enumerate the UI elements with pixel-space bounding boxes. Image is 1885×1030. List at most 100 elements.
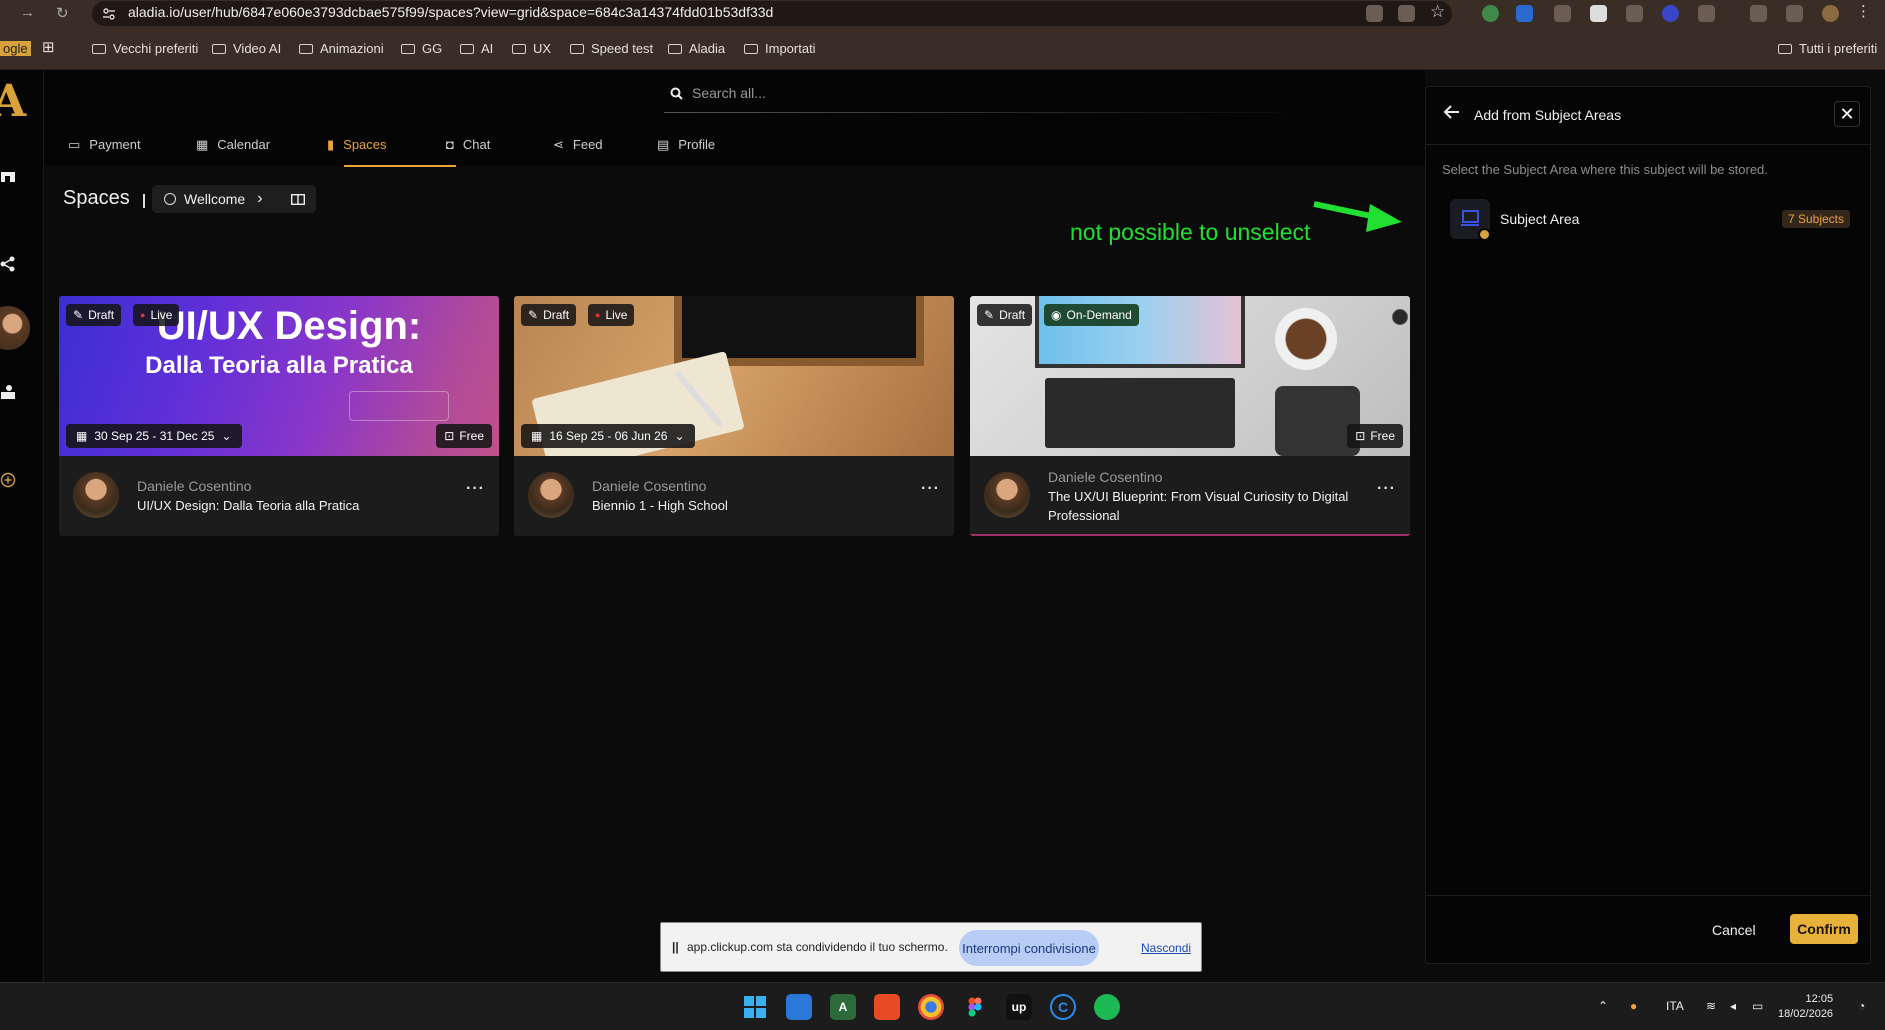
subject-area-option[interactable]: Subject Area 7 Subjects: [1450, 199, 1850, 241]
bookmark-folder[interactable]: Speed test: [570, 41, 653, 56]
close-icon: ✕: [1839, 103, 1855, 124]
folder-icon: [570, 44, 584, 54]
app-root: A ✕ ▭Payment ▦Calendar ▮Spaces ◘Chat ⋖Fe…: [0, 70, 1885, 982]
space-card[interactable]: UI/UX Design: Dalla Teoria alla Pratica …: [59, 296, 499, 536]
live-dot-icon: ●: [595, 310, 601, 320]
stop-sharing-button[interactable]: Interrompi condivisione: [959, 930, 1099, 966]
user-avatar[interactable]: [0, 306, 30, 350]
tab-profile[interactable]: ▤ Profile: [653, 137, 719, 166]
url-text[interactable]: aladia.io/user/hub/6847e060e3793dcbae575…: [128, 4, 773, 20]
cart-icon: ⊡: [444, 429, 455, 443]
search-input[interactable]: [692, 85, 1112, 101]
microphone-icon[interactable]: ●: [1630, 999, 1637, 1013]
date-dropdown[interactable]: ▦ 16 Sep 25 - 06 Jun 26 ⌄: [521, 424, 695, 448]
chat-icon: ◘: [446, 137, 454, 152]
eye-off-icon[interactable]: [1398, 5, 1415, 22]
space-card[interactable]: ✎ Draft ● Live ▦ 16 Sep 25 - 06 Jun 26 ⌄ Dan…: [514, 296, 954, 536]
pause-icon: ||: [672, 940, 679, 954]
logo[interactable]: A: [0, 76, 26, 127]
windows-start-icon[interactable]: [742, 994, 768, 1020]
coffee-cup-shape: [1275, 308, 1337, 370]
layout-icon: [291, 193, 305, 205]
site-settings-icon[interactable]: [102, 7, 116, 21]
search-underline: [664, 112, 1284, 113]
folder-icon: [92, 44, 106, 54]
more-options-icon[interactable]: ···: [466, 480, 485, 498]
volume-icon[interactable]: ◂: [1730, 999, 1736, 1013]
panel-title: Add from Subject Areas: [1474, 107, 1622, 123]
battery-icon[interactable]: ▭: [1752, 999, 1763, 1013]
apps-grid-icon[interactable]: ⊞: [42, 38, 55, 56]
back-arrow-icon[interactable]: [1442, 102, 1462, 122]
reading-list-icon[interactable]: [1786, 5, 1803, 22]
camera-icon[interactable]: [1554, 5, 1571, 22]
brave-icon[interactable]: [874, 994, 900, 1020]
folder-icon: [460, 44, 474, 54]
title-divider: [143, 194, 145, 208]
tab-payment[interactable]: ▭ Payment: [64, 137, 145, 166]
forward-icon[interactable]: →: [20, 4, 35, 21]
more-options-icon[interactable]: ···: [921, 480, 940, 498]
left-sidebar: A: [0, 70, 44, 982]
download-icon[interactable]: [1750, 5, 1767, 22]
upwork-icon[interactable]: up: [1006, 994, 1032, 1020]
add-circle-icon[interactable]: [0, 472, 16, 488]
extension-shield-icon[interactable]: [1482, 5, 1499, 22]
tab-spaces[interactable]: ▮ Spaces: [323, 137, 391, 166]
all-bookmarks[interactable]: Tutti i preferiti: [1778, 41, 1877, 56]
bookmark-folder[interactable]: AI: [460, 41, 493, 56]
tab-feed[interactable]: ⋖ Feed: [549, 137, 607, 166]
author-name: Daniele Cosentino: [1048, 469, 1163, 485]
space-card[interactable]: ✎ Draft ◉ On-Demand ⊡ Free Daniele Cosentin…: [970, 296, 1410, 536]
extension-wave-icon[interactable]: [1516, 5, 1533, 22]
spotify-icon[interactable]: [1094, 994, 1120, 1020]
extension-blue-icon[interactable]: [1662, 5, 1679, 22]
app-green-icon[interactable]: A: [830, 994, 856, 1020]
confirm-button[interactable]: Confirm: [1790, 914, 1858, 944]
bookmark-folder[interactable]: Importati: [744, 41, 816, 56]
bookmark-folder[interactable]: Vecchi preferiti: [92, 41, 198, 56]
translate-icon[interactable]: [1366, 5, 1383, 22]
cancel-button[interactable]: Cancel: [1712, 922, 1756, 938]
reload-icon[interactable]: ↻: [56, 4, 69, 22]
draft-badge: ✎ Draft: [66, 304, 122, 326]
database-icon[interactable]: [1626, 5, 1643, 22]
puzzle-icon[interactable]: [1698, 5, 1715, 22]
bookmark-folder[interactable]: UX: [512, 41, 551, 56]
more-options-icon[interactable]: ···: [1377, 480, 1396, 498]
star-icon[interactable]: ☆: [1430, 2, 1445, 22]
language-indicator[interactable]: ITA: [1666, 999, 1684, 1013]
draft-badge: ✎ Draft: [977, 304, 1033, 326]
figma-icon[interactable]: [962, 994, 988, 1020]
bookmark-partial[interactable]: ogle: [0, 41, 31, 56]
select-radio[interactable]: [1392, 309, 1408, 325]
share-icon[interactable]: [0, 256, 16, 272]
play-circle-icon: ◉: [1051, 308, 1062, 322]
clock[interactable]: 12:05 18/02/2026: [1778, 992, 1833, 1022]
edit-icon: ✎: [984, 308, 995, 322]
store-icon[interactable]: [0, 168, 16, 184]
date-dropdown[interactable]: ▦ 30 Sep 25 - 31 Dec 25 ⌄: [66, 424, 242, 448]
bookmark-folder[interactable]: Aladia: [668, 41, 725, 56]
bookmark-folder[interactable]: Animazioni: [299, 41, 384, 56]
author-avatar: [73, 472, 119, 518]
chevron-up-icon[interactable]: ⌃: [1598, 999, 1608, 1013]
notification-icon[interactable]: ◔: [1858, 999, 1865, 1013]
chrome-icon[interactable]: [918, 994, 944, 1020]
price-badge: ⊡ Free: [436, 424, 492, 448]
bookmark-folder[interactable]: Video AI: [212, 41, 281, 56]
active-tab-indicator: [344, 165, 456, 167]
bookmark-folder[interactable]: GG: [401, 41, 442, 56]
extension-square-icon[interactable]: [1590, 5, 1607, 22]
wifi-icon[interactable]: ≋: [1706, 999, 1716, 1013]
layout-toggle-button[interactable]: [280, 185, 316, 213]
app-c-icon[interactable]: C: [1050, 994, 1076, 1020]
menu-icon[interactable]: ⋮: [1856, 2, 1871, 20]
explorer-icon[interactable]: [786, 994, 812, 1020]
organization-icon[interactable]: [0, 384, 16, 400]
close-panel-button[interactable]: ✕: [1834, 101, 1860, 127]
hide-link[interactable]: Nascondi: [1141, 941, 1191, 955]
tab-chat[interactable]: ◘ Chat: [442, 137, 494, 166]
tab-calendar[interactable]: ▦ Calendar: [192, 137, 274, 166]
profile-avatar-icon[interactable]: [1822, 5, 1839, 22]
